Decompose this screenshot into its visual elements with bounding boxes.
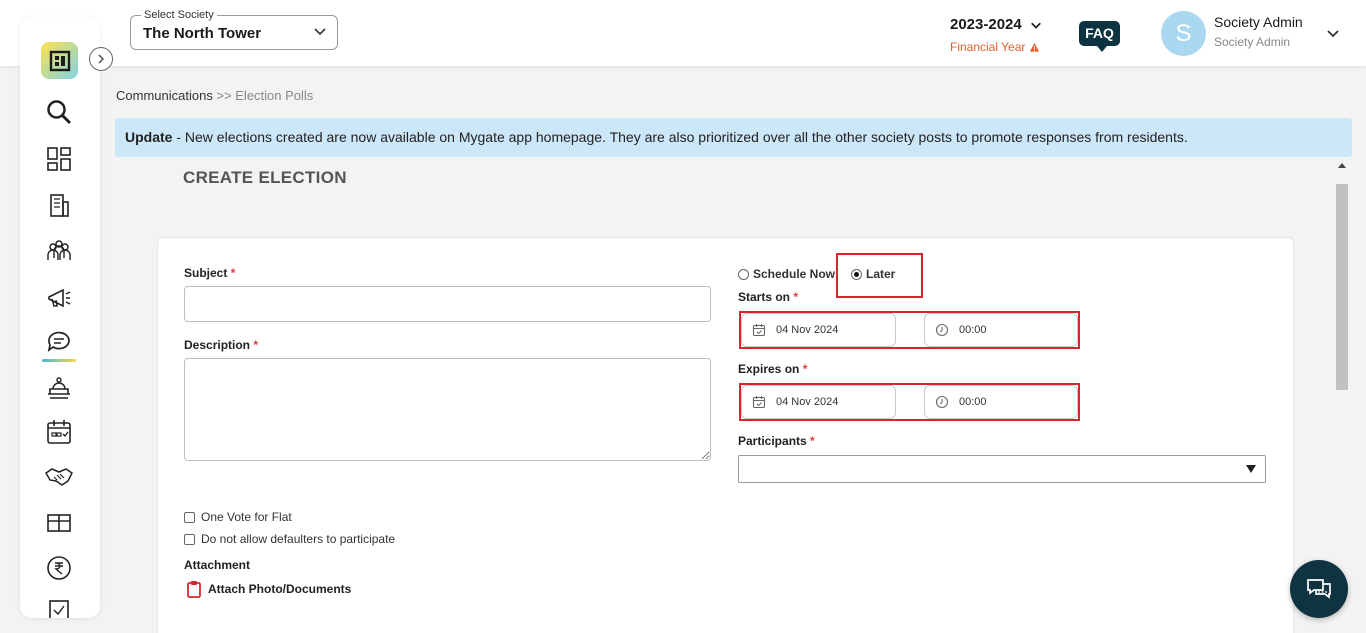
breadcrumb-current: Election Polls [235,88,314,103]
user-role: Society Admin [1214,35,1291,49]
attach-documents-label: Attach Photo/Documents [208,582,352,596]
expires-date-value: 04 Nov 2024 [776,396,839,408]
defaulters-checkbox[interactable]: Do not allow defaulters to participate [184,532,395,546]
chevron-down-icon [1030,22,1041,29]
gift-icon[interactable] [44,507,74,537]
chevron-down-icon [314,28,326,36]
more-icon[interactable] [44,595,74,618]
scroll-up-arrow[interactable] [1338,163,1346,168]
calendar-icon [752,396,766,409]
calendar-icon [752,324,766,337]
dashboard-icon[interactable] [44,144,74,174]
user-menu-chevron-icon[interactable] [1326,26,1340,40]
warning-icon [1030,42,1040,52]
faq-button[interactable]: FAQ [1079,21,1120,52]
financial-year-selector[interactable]: 2023-2024 Financial Year [950,16,1042,54]
dropdown-arrow-icon [1246,465,1256,473]
financial-year-value: 2023-2024 [950,16,1022,33]
services-icon[interactable] [44,372,74,402]
schedule-now-label: Schedule Now [753,267,836,281]
description-label: Description * [184,338,259,352]
one-vote-checkbox[interactable]: One Vote for Flat [184,510,292,524]
update-banner: Update - New elections created are now a… [115,118,1352,157]
breadcrumb-separator: >> [216,88,232,103]
page-title: CREATE ELECTION [183,168,347,187]
breadcrumb-root[interactable]: Communications [116,88,213,103]
schedule-now-radio[interactable]: Schedule Now [738,267,835,281]
starts-on-label: Starts on * [738,290,799,304]
starts-date-field[interactable]: 04 Nov 2024 [741,313,896,347]
sidebar-collapse-button[interactable] [89,47,113,71]
breadcrumb: Communications >> Election Polls [116,88,313,103]
communications-icon[interactable] [44,327,74,357]
user-name: Society Admin [1214,14,1303,30]
participants-select[interactable] [738,455,1266,483]
radio-circle[interactable] [738,268,749,280]
checkbox-box[interactable] [184,533,195,545]
chat-support-button[interactable] [1290,560,1348,618]
clipboard-icon [187,581,201,598]
starts-time-field[interactable]: 00:00 [924,313,1078,347]
expires-time-field[interactable]: 00:00 [924,385,1078,419]
banner-text: - New elections created are now availabl… [172,129,1188,145]
subject-label: Subject * [184,266,236,280]
building-icon[interactable] [44,190,74,220]
starts-time-value: 00:00 [959,324,987,336]
scrollbar-thumb[interactable] [1336,184,1348,390]
search-icon[interactable] [44,97,74,127]
society-select[interactable]: Select Society The North Tower [130,9,338,50]
defaulters-label: Do not allow defaulters to participate [201,532,396,546]
participants-label: Participants * [738,434,815,448]
logo-icon[interactable] [41,42,78,79]
starts-date-value: 04 Nov 2024 [776,324,839,336]
description-textarea[interactable] [184,358,711,461]
financial-year-label: Financial Year [950,40,1026,54]
avatar[interactable]: S [1161,11,1206,56]
attachment-label: Attachment [184,558,251,572]
clock-icon [935,323,949,337]
subject-input[interactable] [184,286,711,322]
sidebar [20,17,100,618]
handshake-icon[interactable] [44,461,74,491]
banner-title: Update [125,129,173,145]
residents-icon[interactable] [44,236,74,266]
clock-icon [935,395,949,409]
society-select-value: The North Tower [143,25,262,42]
top-header: Select Society The North Tower 2023-2024… [0,0,1366,66]
chat-icon [1307,579,1331,599]
attach-documents-button[interactable]: Attach Photo/Documents [186,580,351,598]
expires-date-field[interactable]: 04 Nov 2024 [741,385,896,419]
society-select-label: Select Society [141,9,217,21]
radio-circle-selected[interactable] [851,268,862,280]
megaphone-icon[interactable] [44,282,74,312]
later-radio[interactable]: Later [851,267,895,281]
calendar-icon[interactable] [44,417,74,447]
expires-on-label: Expires on * [738,362,808,376]
one-vote-label: One Vote for Flat [201,510,292,524]
active-nav-indicator [42,359,76,362]
rupee-icon[interactable] [44,553,74,583]
chevron-right-icon [98,54,104,64]
checkbox-box[interactable] [184,511,195,523]
expires-time-value: 00:00 [959,396,987,408]
later-label: Later [866,267,896,281]
